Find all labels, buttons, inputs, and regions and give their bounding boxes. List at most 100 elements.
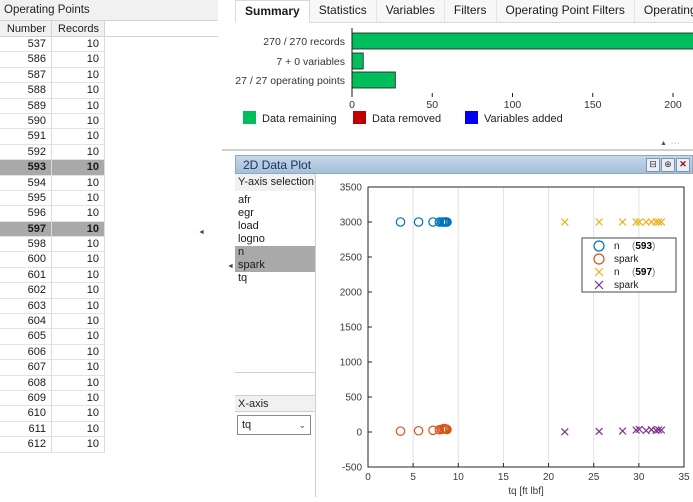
table-row[interactable]: 606 10: [0, 344, 218, 361]
table-row[interactable]: 608 10: [0, 375, 218, 391]
table-header-row: Number Records: [0, 21, 218, 37]
table-row[interactable]: 590 10: [0, 113, 218, 130]
table-row[interactable]: 588 10: [0, 83, 218, 99]
cell-number: 591: [0, 129, 52, 145]
svg-text:(593): (593): [632, 241, 655, 252]
minimize-button[interactable]: ⊟: [646, 157, 660, 172]
svg-text:5: 5: [410, 472, 416, 483]
table-row[interactable]: 593 10: [0, 160, 218, 176]
cell-number: 606: [0, 344, 52, 361]
scatter-plot-area[interactable]: 0 5 10 15 20 25 30 35 -500 0 500 1000 1500 2000 2500 30…: [316, 174, 693, 497]
table-row[interactable]: 587 10: [0, 67, 218, 84]
svg-text:270 / 270 records: 270 / 270 records: [263, 36, 345, 48]
table-row[interactable]: 597 10: [0, 221, 218, 238]
svg-text:50: 50: [426, 99, 438, 110]
cell-records: 10: [52, 221, 105, 238]
plot-title: 2D Data Plot: [243, 157, 312, 172]
table-row[interactable]: 605 10: [0, 329, 218, 345]
svg-text:-500: -500: [342, 463, 362, 474]
x-axis-dropdown[interactable]: tq ⌄: [237, 415, 311, 435]
tab-statistics[interactable]: Statistics: [309, 0, 377, 22]
x-axis-selection-header: X-axis selection: [235, 395, 315, 427]
table-row[interactable]: 600 10: [0, 252, 218, 268]
table-row[interactable]: 612 10: [0, 437, 218, 453]
cell-number: 609: [0, 390, 52, 407]
cell-records: 10: [52, 67, 105, 84]
legend-label: Data remaining: [262, 113, 337, 125]
close-button[interactable]: ✕: [676, 157, 690, 172]
cell-records: 10: [52, 314, 105, 330]
svg-text:1000: 1000: [340, 358, 363, 369]
legend-label: Data removed: [372, 113, 442, 125]
cell-number: 586: [0, 52, 52, 68]
legend-item: Data removed: [353, 111, 441, 125]
table-row[interactable]: 598 10: [0, 237, 218, 253]
splitter-collapse-left-icon-2[interactable]: ◄: [227, 263, 234, 270]
table-row[interactable]: 611 10: [0, 421, 218, 438]
svg-text:0: 0: [349, 99, 355, 110]
table-row[interactable]: 601 10: [0, 267, 218, 284]
cell-number: 594: [0, 175, 52, 191]
svg-text:20: 20: [543, 472, 555, 483]
svg-text:7 + 0 variables: 7 + 0 variables: [276, 56, 345, 68]
table-row[interactable]: 604 10: [0, 314, 218, 330]
cell-records: 10: [52, 144, 105, 161]
svg-text:1500: 1500: [340, 323, 363, 334]
cell-records: 10: [52, 83, 105, 99]
table-row[interactable]: 609 10: [0, 390, 218, 407]
plot-titlebar[interactable]: 2D Data Plot ⊟ ⊕ ✕: [235, 155, 693, 174]
table-row[interactable]: 595 10: [0, 190, 218, 207]
tab-operating-point-notes[interactable]: Operating Point Notes: [634, 0, 693, 22]
svg-text:25: 25: [588, 472, 600, 483]
operating-points-table-body: 537 10 586 10 587 10 588 10 589 10 590 10 591 10 592 10…: [0, 37, 218, 453]
svg-text:n: n: [614, 241, 620, 252]
table-row[interactable]: 586 10: [0, 52, 218, 68]
cell-records: 10: [52, 52, 105, 68]
svg-text:15: 15: [498, 472, 510, 483]
splitter-collapse-up-icon[interactable]: ▲ ···: [660, 140, 681, 147]
cell-number: 612: [0, 437, 52, 453]
svg-text:30: 30: [633, 472, 645, 483]
tab-operating-point-filters[interactable]: Operating Point Filters: [496, 0, 635, 22]
table-row[interactable]: 594 10: [0, 175, 218, 191]
y-axis-option-tq[interactable]: tq: [235, 272, 315, 285]
table-row[interactable]: 537 10: [0, 37, 218, 53]
column-header-number[interactable]: Number: [0, 21, 52, 37]
table-row[interactable]: 603 10: [0, 298, 218, 315]
table-row[interactable]: 602 10: [0, 283, 218, 299]
tab-summary[interactable]: Summary: [235, 0, 310, 23]
y-axis-option-egr[interactable]: egr: [235, 207, 315, 220]
legend-item: Variables added: [465, 111, 563, 125]
y-axis-list: afr egr load logno n spark tq: [235, 191, 315, 373]
y-axis-option-n[interactable]: n: [235, 246, 315, 259]
table-row[interactable]: 592 10: [0, 144, 218, 161]
cell-number: 603: [0, 298, 52, 315]
operating-points-panel: Operating Points Number Records 537 10 586…: [0, 0, 218, 497]
column-header-records[interactable]: Records: [52, 21, 105, 37]
horizontal-splitter[interactable]: [222, 149, 693, 151]
table-row[interactable]: 591 10: [0, 129, 218, 145]
tab-filters[interactable]: Filters: [444, 0, 497, 22]
cell-records: 10: [52, 344, 105, 361]
cell-number: 602: [0, 283, 52, 299]
table-row[interactable]: 589 10: [0, 98, 218, 114]
svg-text:35: 35: [678, 472, 690, 483]
operating-points-title: Operating Points: [0, 0, 218, 21]
splitter-collapse-left-icon[interactable]: ◄: [198, 229, 205, 236]
maximize-button[interactable]: ⊕: [661, 157, 675, 172]
tab-variables[interactable]: Variables: [376, 0, 445, 22]
svg-text:tq [ft lbf]: tq [ft lbf]: [508, 486, 544, 497]
table-row[interactable]: 607 10: [0, 360, 218, 376]
cell-records: 10: [52, 437, 105, 453]
table-row[interactable]: 610 10: [0, 406, 218, 422]
cell-number: 592: [0, 144, 52, 161]
cell-number: 600: [0, 252, 52, 268]
table-row[interactable]: 596 10: [0, 206, 218, 222]
cell-records: 10: [52, 360, 105, 376]
cell-number: 608: [0, 375, 52, 391]
y-axis-option-load[interactable]: load: [235, 220, 315, 233]
svg-text:(597): (597): [632, 267, 655, 278]
y-axis-option-spark[interactable]: spark: [235, 259, 315, 272]
y-axis-option-logno[interactable]: logno: [235, 233, 315, 246]
y-axis-option-afr[interactable]: afr: [235, 194, 315, 207]
